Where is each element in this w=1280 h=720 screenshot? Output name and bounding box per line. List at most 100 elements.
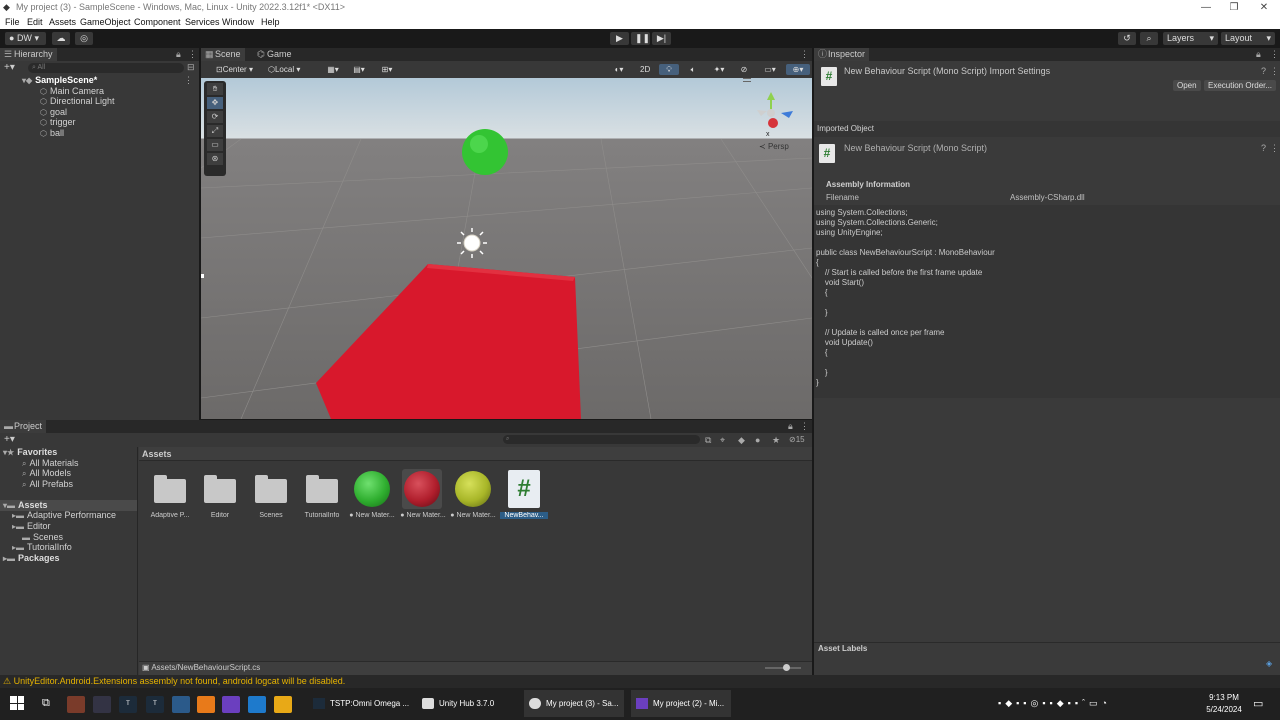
cloud-icon[interactable]: ☁ <box>52 32 70 45</box>
taskbar-app[interactable]: TSTP:Omni Omega ... <box>308 690 412 717</box>
draw-mode-icon[interactable]: ◐▾ <box>607 64 631 75</box>
close-icon[interactable]: ✕ <box>1250 0 1278 15</box>
taskbar-app[interactable]: My project (2) - Mi... <box>631 690 731 717</box>
transform-tool-icon[interactable]: ⊛ <box>207 153 223 165</box>
scale-tool-icon[interactable]: ⤢ <box>207 125 223 137</box>
minimize-icon[interactable]: — <box>1192 0 1220 15</box>
menu-assets[interactable]: Assets <box>49 17 76 27</box>
help-icon[interactable]: ? <box>1261 66 1266 76</box>
pinned-app-icon[interactable]: T <box>119 696 137 713</box>
pinned-app-icon[interactable] <box>67 696 85 713</box>
tab-scene[interactable]: ▦ Scene <box>201 48 245 61</box>
tab-hierarchy[interactable]: ☰ Hierarchy <box>0 48 57 61</box>
favorite-item[interactable]: ⌕ All Prefabs <box>22 479 73 490</box>
folder-icon[interactable] <box>154 474 186 504</box>
csharp-script-icon[interactable]: # <box>508 470 540 508</box>
hidden-packages-toggle[interactable]: ⊘15 <box>789 435 805 444</box>
visibility-icon[interactable]: ⊘ <box>735 64 753 75</box>
camera-icon[interactable]: ▭▾ <box>758 64 782 75</box>
tab-game[interactable]: ⌬ Game <box>253 48 296 61</box>
taskbar-app[interactable]: My project (3) - Sa... <box>524 690 624 717</box>
increment-snap-icon[interactable]: ⊞▾ <box>374 64 400 75</box>
folder-icon[interactable] <box>306 474 338 504</box>
folder-icon[interactable] <box>255 474 287 504</box>
search-by-type-icon[interactable]: ⧉ <box>705 435 711 446</box>
scene-root[interactable]: ▾◆ SampleScene* ⋮ <box>22 75 199 86</box>
collab-icon[interactable]: ◎ <box>75 32 93 45</box>
add-icon[interactable]: +▾ <box>4 62 15 73</box>
menu-gameobject[interactable]: GameObject <box>80 17 131 27</box>
gizmos-icon[interactable]: ⊕▾ <box>786 64 810 75</box>
notification-icon[interactable]: ▭ <box>1253 697 1263 710</box>
material-sphere-icon[interactable] <box>354 471 390 507</box>
material-sphere-icon[interactable] <box>404 471 440 507</box>
effects-icon[interactable]: ✦▾ <box>707 64 731 75</box>
start-icon[interactable] <box>10 696 24 710</box>
asset-folder-item[interactable]: ▸▬ Adaptive Performance <box>12 510 116 521</box>
rect-tool-icon[interactable]: ▭ <box>207 139 223 151</box>
scene-viewport[interactable]: x ≺ Persp ✋︎ ✥ ⟳ ⤢ ▭ ⊛ <box>201 78 812 419</box>
play-button[interactable]: ▶ <box>610 32 629 45</box>
more-icon[interactable]: ⋮ <box>188 49 197 60</box>
taskbar-app[interactable]: Unity Hub 3.7.0 <box>417 690 517 717</box>
clock-date[interactable]: 5/24/2024 <box>1200 705 1248 714</box>
asset-folder-item[interactable]: ▸▬ Editor <box>12 521 51 532</box>
folder-icon[interactable] <box>204 474 236 504</box>
filter-icon[interactable]: ⊟ <box>187 62 195 73</box>
more-icon[interactable]: ⋮ <box>800 49 809 60</box>
favorite-icon[interactable]: ◆ <box>738 435 745 446</box>
history-icon[interactable]: ↺ <box>1118 32 1136 45</box>
tab-project[interactable]: ▬ Project <box>0 420 47 433</box>
favorites-item[interactable]: ▾★ Favorites <box>3 447 57 458</box>
file-explorer-icon[interactable] <box>274 696 292 713</box>
directional-light-icon[interactable] <box>457 228 487 258</box>
layout-dropdown[interactable]: Layout ▾ <box>1221 32 1275 45</box>
star-icon[interactable]: ★ <box>772 435 780 446</box>
more-icon[interactable]: ⋮ <box>1270 66 1279 77</box>
more-icon[interactable]: ⋮ <box>1270 49 1279 60</box>
pinned-app-icon[interactable]: T <box>146 696 164 713</box>
project-search-input[interactable]: ⌕ <box>503 435 700 444</box>
trigger-cube[interactable] <box>316 264 581 419</box>
menu-help[interactable]: Help <box>261 17 280 27</box>
hierarchy-item[interactable]: ⬡ Directional Light <box>40 96 115 107</box>
hand-tool-icon[interactable]: ✋︎ <box>207 83 223 95</box>
menu-window[interactable]: Window <box>222 17 254 27</box>
layers-dropdown[interactable]: Layers ▾ <box>1163 32 1218 45</box>
visual-studio-icon[interactable] <box>222 696 240 713</box>
breadcrumb[interactable]: Assets <box>142 449 172 459</box>
account-button[interactable]: ● DW ▾ <box>5 32 46 45</box>
goal-sphere[interactable] <box>462 129 508 175</box>
lighting-icon[interactable]: 💡︎ <box>659 64 679 75</box>
execution-order-button[interactable]: Execution Order... <box>1204 80 1277 91</box>
pinned-app-icon[interactable] <box>197 696 215 713</box>
lock-icon[interactable]: 🔒︎ <box>1256 49 1261 60</box>
move-tool-icon[interactable]: ✥ <box>207 97 223 109</box>
hierarchy-search-input[interactable]: ⌕ All <box>28 63 184 73</box>
audio-icon[interactable]: 🔈︎ <box>683 64 703 75</box>
space-dropdown[interactable]: ⬡Local ▾ <box>264 64 307 75</box>
clock-time[interactable]: 9:13 PM <box>1200 693 1248 702</box>
favorite-item[interactable]: ⌕ All Models <box>22 468 71 479</box>
more-icon[interactable]: ⋮ <box>800 421 809 432</box>
pause-button[interactable]: ❚❚ <box>631 32 650 45</box>
lock-icon[interactable]: 🔒︎ <box>788 421 793 432</box>
lock-icon[interactable]: 🔒︎ <box>176 49 181 60</box>
open-button[interactable]: Open <box>1173 80 1201 91</box>
vscode-icon[interactable] <box>248 696 266 713</box>
grid-visibility-icon[interactable]: ▤▾ <box>348 64 370 75</box>
asset-folder-item[interactable]: ▸▬ TutorialInfo <box>12 542 72 553</box>
pinned-app-icon[interactable] <box>93 696 111 713</box>
packages-item[interactable]: ▸▬ Packages <box>3 553 60 564</box>
maximize-icon[interactable]: ❐ <box>1220 0 1248 15</box>
create-icon[interactable]: +▾ <box>4 434 15 445</box>
task-view-icon[interactable]: ⧉ <box>42 697 50 710</box>
more-icon[interactable]: ⋮ <box>184 75 193 86</box>
pivot-dropdown[interactable]: ⊡Center ▾ <box>212 64 259 75</box>
status-warning[interactable]: ⚠ UnityEditor.Android.Extensions assembl… <box>3 676 345 687</box>
hierarchy-item[interactable]: ⬡ ball <box>40 128 64 139</box>
hierarchy-item[interactable]: ⬡ trigger <box>40 117 76 128</box>
info-icon[interactable]: ● <box>755 435 760 445</box>
step-button[interactable]: ▶| <box>652 32 671 45</box>
orientation-gizmo[interactable] <box>757 92 793 128</box>
